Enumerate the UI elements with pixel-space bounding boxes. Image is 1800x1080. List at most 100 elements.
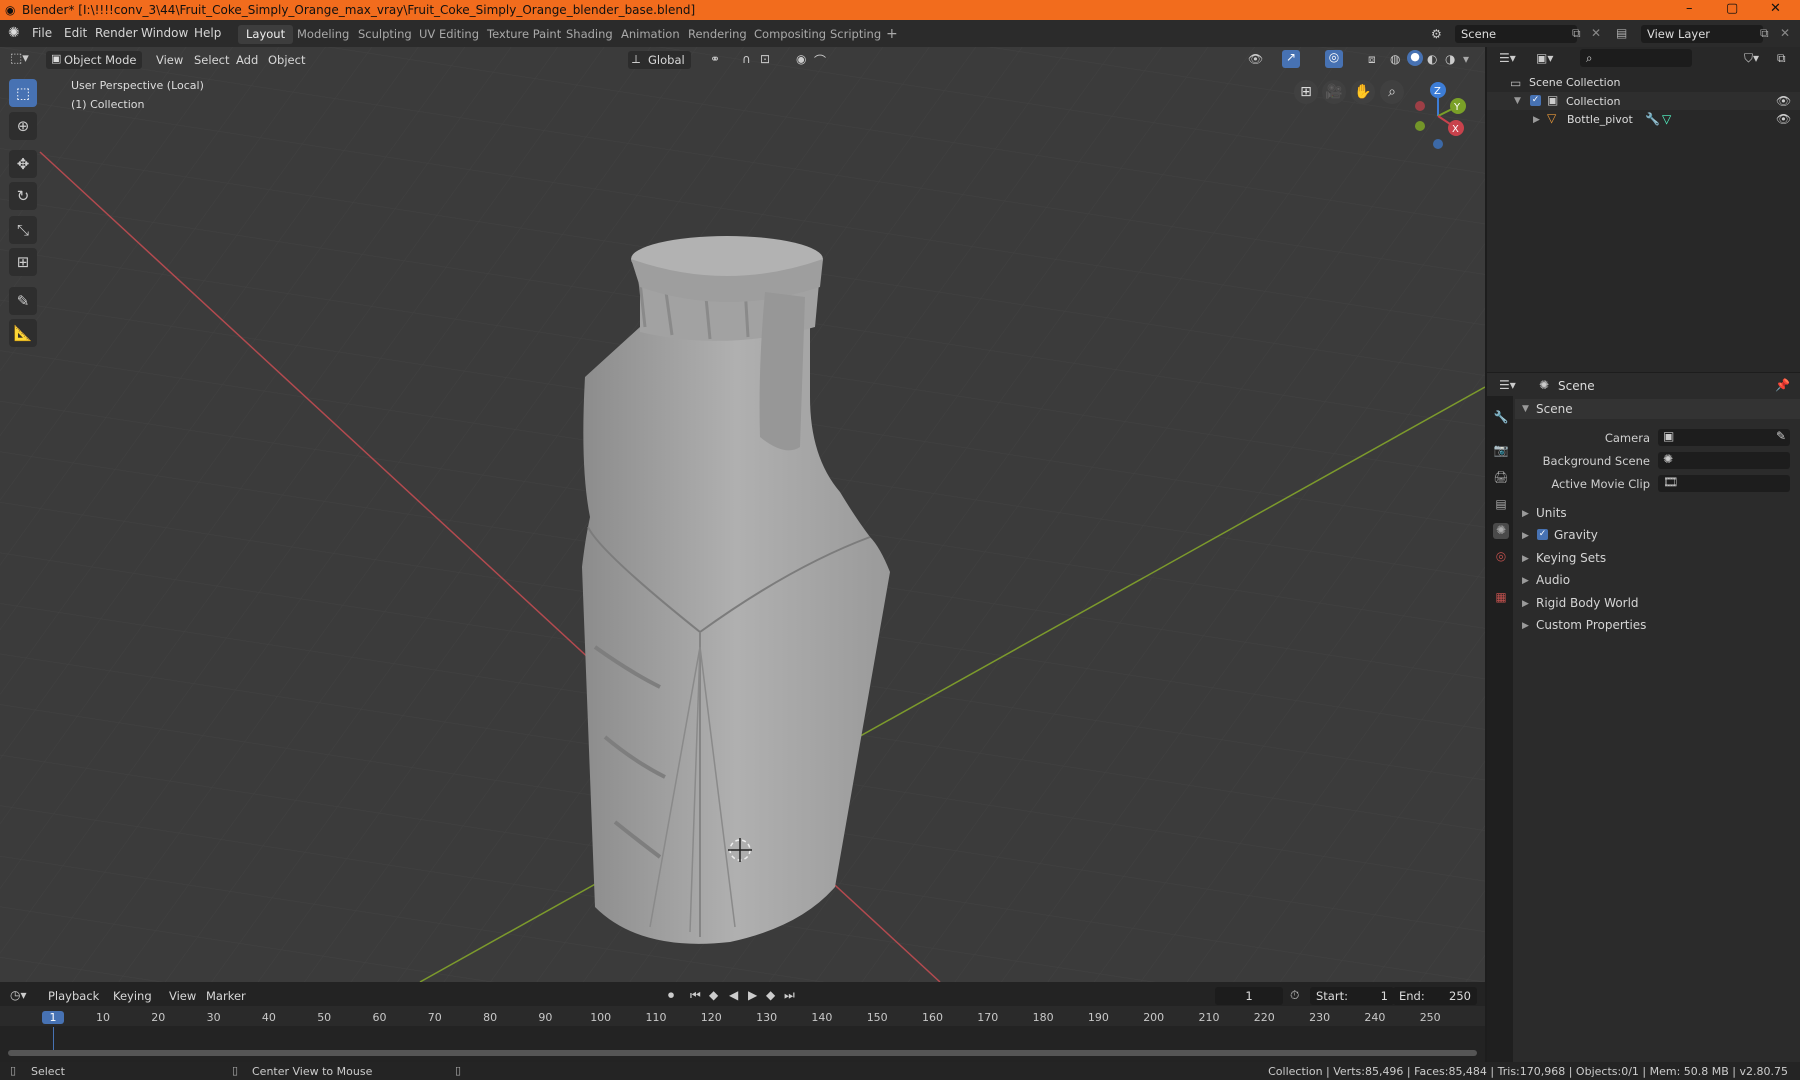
camera-field[interactable]: ▣ ✎	[1658, 429, 1790, 446]
tab-scripting[interactable]: Scripting	[822, 25, 889, 44]
outliner-scene-collection[interactable]: Scene Collection	[1529, 76, 1620, 89]
view-layer-field[interactable]: View Layer	[1641, 25, 1763, 43]
menu-select[interactable]: Select	[188, 51, 235, 69]
rendered-shading-icon[interactable]: ◑	[1445, 52, 1455, 66]
maximize-button[interactable]: ▢	[1726, 1, 1738, 16]
record-icon[interactable]: ⏺	[668, 988, 674, 1003]
tab-texture-icon[interactable]: ▦	[1493, 590, 1509, 606]
preview-range-icon[interactable]: ⏱	[1290, 988, 1299, 1003]
new-scene-icon[interactable]: ⧉	[1572, 26, 1581, 41]
filter-icon[interactable]: ⛉▾	[1744, 51, 1759, 66]
close-button[interactable]: ✕	[1770, 1, 1781, 16]
menu-timeline-view[interactable]: View	[163, 987, 202, 1005]
gizmo-toggle-icon[interactable]: ↗	[1282, 50, 1300, 68]
scale-tool[interactable]: ⤡	[9, 216, 37, 244]
view-layer-icon[interactable]: ▤	[1616, 26, 1627, 40]
proportional-edit-icon[interactable]: ◉	[796, 52, 806, 66]
menu-render[interactable]: Render	[95, 26, 138, 40]
properties-editor-type-icon[interactable]: ☰▾	[1499, 378, 1516, 392]
xray-icon[interactable]: ⧈	[1368, 52, 1376, 67]
material-shading-icon[interactable]: ◐	[1427, 52, 1437, 66]
subpanel-custom-properties[interactable]: Custom Properties	[1536, 618, 1646, 632]
remove-scene-icon[interactable]: ✕	[1591, 26, 1601, 40]
scene-panel-collapse-icon[interactable]: ▼	[1522, 404, 1529, 414]
navigation-gizmo[interactable]: Z Y X	[1400, 76, 1480, 156]
timeline-editor-type-icon[interactable]: ◷▾	[10, 988, 27, 1002]
play-icon[interactable]: ▶	[748, 988, 757, 1002]
menu-marker[interactable]: Marker	[200, 987, 252, 1005]
tab-tool-icon[interactable]: 🔧	[1493, 410, 1509, 426]
3d-viewport[interactable]	[0, 47, 1485, 982]
tab-view-layer-icon[interactable]: ▤	[1493, 497, 1509, 513]
falloff-icon[interactable]: ⌒	[814, 52, 826, 69]
collection-checkbox[interactable]: ✓	[1530, 95, 1541, 106]
wireframe-shading-icon[interactable]: ◍	[1390, 52, 1400, 66]
move-tool[interactable]: ✥	[9, 150, 37, 178]
scene-field[interactable]: Scene	[1455, 25, 1577, 43]
tab-sculpting[interactable]: Sculpting	[350, 25, 420, 44]
display-mode-icon[interactable]: ▣▾	[1536, 51, 1553, 65]
units-expand-icon[interactable]: ▶	[1522, 509, 1529, 519]
prev-keyframe-icon[interactable]: ◆	[709, 988, 718, 1002]
new-collection-icon[interactable]: ⧉	[1777, 51, 1786, 66]
keying-sets-expand-icon[interactable]: ▶	[1522, 554, 1529, 564]
play-reverse-icon[interactable]: ◀	[729, 988, 738, 1002]
pin-icon[interactable]: 📌	[1775, 378, 1790, 392]
end-frame-field[interactable]: End: 250	[1393, 987, 1477, 1005]
menu-view[interactable]: View	[150, 51, 189, 69]
active-movie-clip-field[interactable]: 🎞	[1658, 475, 1790, 492]
rigid-body-expand-icon[interactable]: ▶	[1522, 599, 1529, 609]
solid-shading-icon[interactable]: ●	[1407, 50, 1423, 66]
background-scene-field[interactable]: ✺	[1658, 452, 1790, 469]
custom-props-expand-icon[interactable]: ▶	[1522, 621, 1529, 631]
tab-rendering[interactable]: Rendering	[680, 25, 755, 44]
outliner-object-label[interactable]: Bottle_pivot	[1567, 113, 1633, 126]
tab-uv-editing[interactable]: UV Editing	[411, 25, 487, 44]
transform-tool[interactable]: ⊞	[9, 248, 37, 276]
tab-layout[interactable]: Layout	[238, 25, 294, 44]
subpanel-audio[interactable]: Audio	[1536, 573, 1570, 587]
editor-type-icon[interactable]: ⬚▾	[10, 51, 29, 66]
scene-browse-icon[interactable]: ⚙	[1431, 27, 1442, 41]
rotate-tool[interactable]: ↻	[9, 182, 37, 210]
menu-keying[interactable]: Keying	[107, 987, 158, 1005]
tab-scene-icon[interactable]: ✺	[1493, 523, 1509, 539]
annotate-tool[interactable]: ✎	[9, 287, 37, 315]
collection-visibility-icon[interactable]: 👁	[1776, 94, 1791, 108]
current-frame-field[interactable]: 1	[1215, 987, 1283, 1005]
menu-file[interactable]: File	[32, 26, 52, 40]
pivot-icon[interactable]: ⚭	[710, 52, 720, 66]
jump-end-icon[interactable]: ⏭	[784, 988, 795, 1003]
shading-options-icon[interactable]: ▾	[1463, 52, 1469, 66]
expand-object-icon[interactable]: ▶	[1533, 115, 1540, 125]
tab-compositing[interactable]: Compositing	[746, 25, 834, 44]
menu-edit[interactable]: Edit	[64, 26, 87, 40]
menu-help[interactable]: Help	[194, 26, 221, 40]
subpanel-gravity[interactable]: Gravity	[1554, 528, 1598, 542]
timeline-scrollbar[interactable]	[8, 1050, 1477, 1056]
subpanel-rigid-body-world[interactable]: Rigid Body World	[1536, 596, 1639, 610]
gravity-expand-icon[interactable]: ▶	[1522, 531, 1529, 541]
subpanel-units[interactable]: Units	[1536, 506, 1567, 520]
menu-playback[interactable]: Playback	[42, 987, 105, 1005]
measure-tool[interactable]: 📐	[9, 319, 37, 347]
snap-target-icon[interactable]: ⊡	[760, 52, 770, 66]
subpanel-keying-sets[interactable]: Keying Sets	[1536, 551, 1606, 565]
pan-hand-icon[interactable]: ✋	[1351, 80, 1375, 104]
expand-collection-icon[interactable]: ▼	[1514, 96, 1521, 106]
new-view-layer-icon[interactable]: ⧉	[1760, 26, 1769, 41]
menu-object[interactable]: Object	[262, 51, 311, 69]
menu-add[interactable]: Add	[230, 51, 264, 69]
toggle-camera-grid-icon[interactable]: ⊞	[1294, 80, 1318, 104]
remove-view-layer-icon[interactable]: ✕	[1780, 26, 1790, 40]
outliner-editor-type-icon[interactable]: ☰▾	[1499, 51, 1516, 65]
minimize-button[interactable]: –	[1686, 1, 1693, 16]
menu-window[interactable]: Window	[141, 26, 188, 40]
snap-icon[interactable]: ∩	[742, 52, 751, 66]
overlay-toggle-icon[interactable]: ◎	[1325, 50, 1343, 68]
camera-view-icon[interactable]: 🎥	[1322, 80, 1346, 104]
next-keyframe-icon[interactable]: ◆	[766, 988, 775, 1002]
blender-menu-icon[interactable]: ✺	[8, 25, 20, 41]
audio-expand-icon[interactable]: ▶	[1522, 576, 1529, 586]
start-frame-field[interactable]: Start: 1	[1310, 987, 1394, 1005]
